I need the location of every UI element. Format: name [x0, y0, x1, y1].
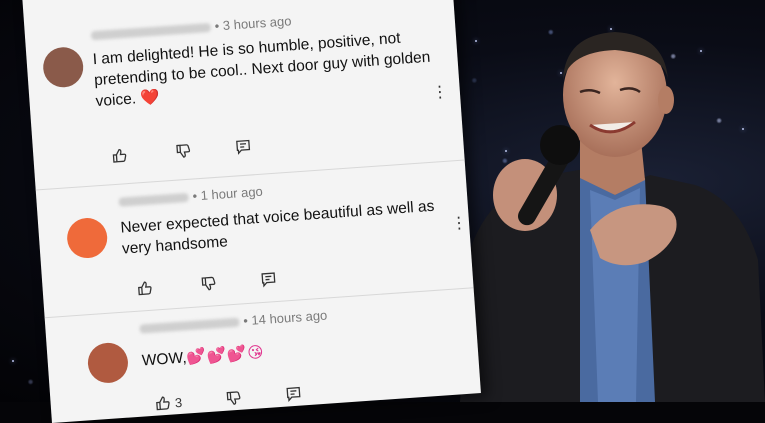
comment-line: WOW, [141, 349, 188, 370]
star [12, 360, 14, 362]
avatar [65, 216, 109, 260]
singer-photo [460, 32, 765, 402]
comment-actions [111, 138, 252, 164]
comment-item: • 1 hour ago Never expected that voice b… [36, 164, 468, 296]
comment-actions [136, 271, 277, 297]
reply-icon [236, 139, 251, 155]
reply-button[interactable] [260, 271, 277, 288]
like-count: 3 [174, 394, 183, 410]
like-button[interactable] [136, 279, 157, 296]
avatar [41, 45, 85, 89]
more-vertical-icon[interactable]: ⋮ [431, 84, 448, 102]
thumbs-down-icon [176, 144, 191, 158]
avatar [86, 341, 130, 385]
dislike-button[interactable] [200, 275, 217, 292]
more-vertical-icon[interactable]: ⋮ [451, 215, 468, 233]
comment-line: voice. [95, 90, 137, 111]
thumbs-up-icon [156, 396, 170, 411]
dislike-button[interactable] [225, 390, 242, 407]
comment-time: 3 hours ago [222, 13, 292, 34]
reply-button[interactable] [285, 385, 302, 402]
comment-text: WOW,💕💕💕😘 [141, 330, 442, 372]
heart-emoji: ❤️ [139, 88, 161, 107]
like-button[interactable]: 3 [154, 394, 183, 412]
thumbs-up-icon [138, 281, 152, 296]
comment-actions: 3 [154, 385, 302, 411]
comment-meta: • 1 hour ago [118, 184, 263, 209]
like-button[interactable] [111, 147, 132, 164]
author-name-blurred [90, 22, 212, 41]
comments-screenshot: • 3 hours ago I am delighted! He is so h… [22, 0, 481, 423]
thumbs-down-icon [201, 276, 216, 291]
comment-time: 14 hours ago [250, 307, 328, 328]
reply-icon [286, 386, 301, 402]
reply-icon [261, 272, 276, 288]
thumbs-up-icon [112, 148, 127, 163]
comment-meta: • 14 hours ago [139, 308, 328, 336]
comment-item: • 14 hours ago WOW,💕💕💕😘 3 [45, 293, 474, 411]
thumbs-down-icon [226, 391, 241, 405]
dislike-button[interactable] [175, 143, 192, 160]
reply-button[interactable] [235, 138, 252, 155]
comment-item: • 3 hours ago I am delighted! He is so h… [23, 0, 452, 163]
hearts-emoji: 💕💕💕😘 [185, 343, 266, 367]
author-name-blurred [118, 192, 189, 207]
comment-time: 1 hour ago [200, 183, 264, 204]
author-name-blurred [139, 317, 240, 334]
